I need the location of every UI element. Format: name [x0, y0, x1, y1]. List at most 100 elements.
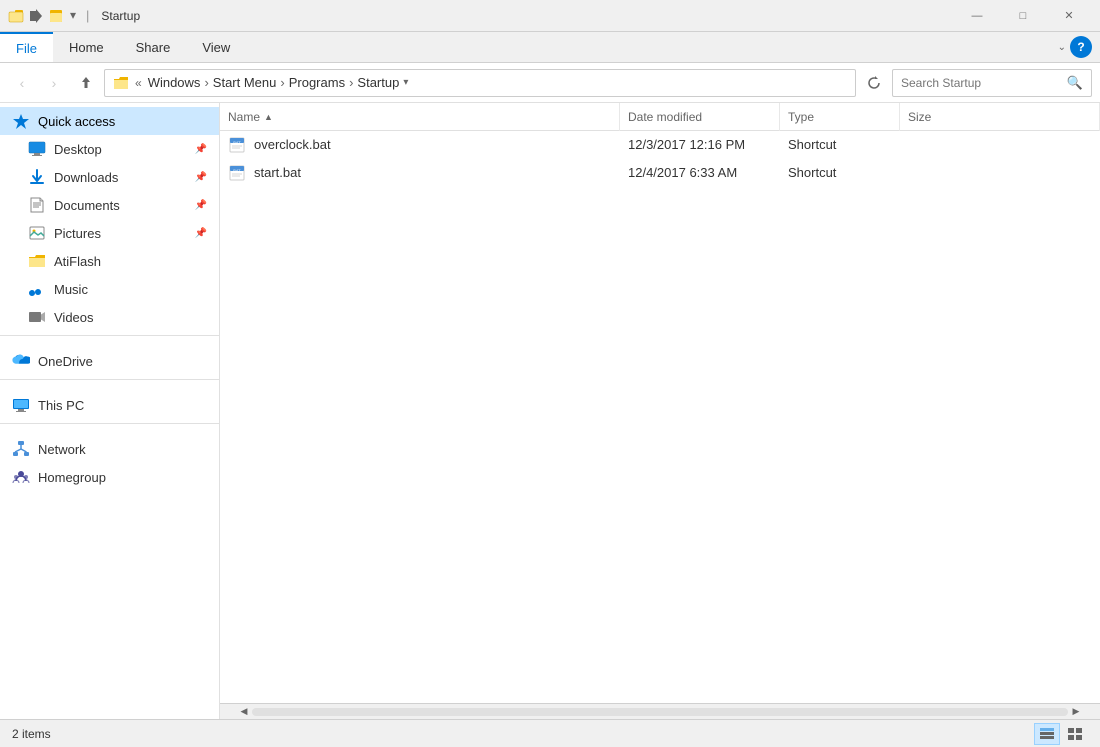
title-bar: ▾ | Startup — □ ✕ — [0, 0, 1100, 32]
table-row[interactable]: BAT overclock.bat 12/3/2017 12:16 PM Sho… — [220, 131, 1100, 159]
search-box[interactable]: 🔍 — [892, 69, 1092, 97]
sidebar-item-desktop[interactable]: Desktop 📌 — [0, 135, 219, 163]
sidebar-item-label-thispc: This PC — [38, 398, 207, 413]
sidebar-item-label-videos: Videos — [54, 310, 207, 325]
sidebar-item-onedrive[interactable]: OneDrive — [0, 347, 219, 375]
thispc-icon — [12, 396, 30, 414]
sidebar-item-thispc[interactable]: This PC — [0, 391, 219, 419]
hscroll-area: ◀ ▶ — [220, 703, 1100, 719]
minimize-button[interactable]: — — [954, 0, 1000, 32]
documents-pin-icon: 📌 — [195, 200, 207, 211]
sidebar-item-label-homegroup: Homegroup — [38, 470, 207, 485]
search-input[interactable] — [901, 76, 1067, 90]
sidebar-item-atiflash[interactable]: AtiFlash — [0, 247, 219, 275]
network-icon — [12, 440, 30, 458]
sidebar-item-documents[interactable]: Documents 📌 — [0, 191, 219, 219]
pictures-pin-icon: 📌 — [195, 228, 207, 239]
tab-share[interactable]: Share — [120, 32, 187, 62]
onedrive-icon — [12, 352, 30, 370]
file-header: Name ▲ Date modified Type Size — [220, 103, 1100, 131]
col-header-date[interactable]: Date modified — [620, 103, 780, 131]
sidebar-divider-3 — [0, 423, 219, 431]
path-dropdown-icon[interactable]: ▾ — [403, 77, 408, 88]
view-details-button[interactable] — [1034, 723, 1060, 745]
breadcrumb-part-startup[interactable]: Startup — [357, 75, 399, 90]
desktop-pin-icon: 📌 — [195, 144, 207, 155]
homegroup-icon — [12, 468, 30, 486]
sidebar-item-homegroup[interactable]: Homegroup — [0, 463, 219, 491]
sidebar-divider-2 — [0, 379, 219, 387]
ribbon-collapse-icon[interactable]: ⌄ — [1058, 42, 1066, 53]
file-name-1: overclock.bat — [254, 137, 331, 152]
maximize-button[interactable]: □ — [1000, 0, 1046, 32]
help-button[interactable]: ? — [1070, 36, 1092, 58]
qat-icon-1[interactable] — [8, 8, 24, 24]
window-title: Startup — [101, 9, 954, 23]
atiflash-folder-icon — [28, 252, 46, 270]
tab-file[interactable]: File — [0, 32, 53, 62]
qat-icon-3[interactable] — [48, 8, 64, 24]
hscroll-left-button[interactable]: ◀ — [236, 704, 252, 720]
file-cell-type-2: Shortcut — [780, 165, 900, 180]
sidebar-item-label-desktop: Desktop — [54, 142, 187, 157]
breadcrumb-arrows: « — [135, 76, 142, 90]
sidebar-item-label-network: Network — [38, 442, 207, 457]
file-cell-date-2: 12/4/2017 6:33 AM — [620, 165, 780, 180]
sidebar-item-label-quick-access: Quick access — [38, 114, 207, 129]
hscroll-right-button[interactable]: ▶ — [1068, 704, 1084, 720]
sidebar-item-videos[interactable]: Videos — [0, 303, 219, 331]
tab-view[interactable]: View — [186, 32, 246, 62]
breadcrumb: « Windows › Start Menu › Programs › Star… — [113, 75, 399, 90]
view-toggle — [1034, 723, 1088, 745]
hscroll-track[interactable] — [252, 708, 1068, 716]
col-header-type[interactable]: Type — [780, 103, 900, 131]
table-row[interactable]: BAT start.bat 12/4/2017 6:33 AM Shortcut — [220, 159, 1100, 187]
address-bar: ‹ › « Windows › Start Menu › Programs › … — [0, 63, 1100, 103]
file-area: Name ▲ Date modified Type Size — [220, 103, 1100, 719]
breadcrumb-part-windows[interactable]: Windows — [148, 75, 201, 90]
window-controls: — □ ✕ — [954, 0, 1092, 32]
music-icon — [28, 280, 46, 298]
ribbon-right: ⌄ ? — [1058, 32, 1100, 62]
sidebar-item-pictures[interactable]: Pictures 📌 — [0, 219, 219, 247]
breadcrumb-part-programs[interactable]: Programs — [289, 75, 345, 90]
title-bar-icons: ▾ | — [8, 8, 93, 24]
col-header-name[interactable]: Name ▲ — [220, 103, 620, 131]
sidebar-item-quick-access[interactable]: Quick access — [0, 107, 219, 135]
back-button[interactable]: ‹ — [8, 69, 36, 97]
bat-file-icon-2: BAT — [228, 164, 246, 182]
sidebar-item-label-pictures: Pictures — [54, 226, 187, 241]
file-cell-name-2: BAT start.bat — [220, 164, 620, 182]
sidebar-item-label-atiflash: AtiFlash — [54, 254, 207, 269]
ribbon-tabs: File Home Share View ⌄ ? — [0, 32, 1100, 62]
refresh-button[interactable] — [860, 69, 888, 97]
sidebar-item-music[interactable]: Music — [0, 275, 219, 303]
sidebar-item-downloads[interactable]: Downloads 📌 — [0, 163, 219, 191]
svg-text:BAT: BAT — [233, 140, 241, 145]
documents-icon — [28, 196, 46, 214]
forward-button[interactable]: › — [40, 69, 68, 97]
close-button[interactable]: ✕ — [1046, 0, 1092, 32]
sidebar: Quick access Desktop 📌 Downloads 📌 Docum… — [0, 103, 220, 719]
sort-arrow-name: ▲ — [264, 112, 273, 122]
bat-file-icon-1: BAT — [228, 136, 246, 154]
col-header-size[interactable]: Size — [900, 103, 1100, 131]
file-cell-name-1: BAT overclock.bat — [220, 136, 620, 154]
up-button[interactable] — [72, 69, 100, 97]
qat-icon-2[interactable] — [28, 8, 44, 24]
main-layout: Quick access Desktop 📌 Downloads 📌 Docum… — [0, 103, 1100, 719]
sidebar-divider-1 — [0, 335, 219, 343]
qat-dropdown[interactable]: ▾ — [70, 8, 76, 24]
desktop-icon — [28, 140, 46, 158]
sidebar-item-label-downloads: Downloads — [54, 170, 187, 185]
search-icon[interactable]: 🔍 — [1067, 75, 1083, 91]
sidebar-item-label-music: Music — [54, 282, 207, 297]
breadcrumb-part-startmenu[interactable]: Start Menu — [213, 75, 277, 90]
quick-access-icon — [12, 112, 30, 130]
sidebar-item-label-onedrive: OneDrive — [38, 354, 207, 369]
sidebar-item-network[interactable]: Network — [0, 435, 219, 463]
address-path[interactable]: « Windows › Start Menu › Programs › Star… — [104, 69, 856, 97]
view-tiles-button[interactable] — [1062, 723, 1088, 745]
tab-home[interactable]: Home — [53, 32, 120, 62]
videos-icon — [28, 308, 46, 326]
